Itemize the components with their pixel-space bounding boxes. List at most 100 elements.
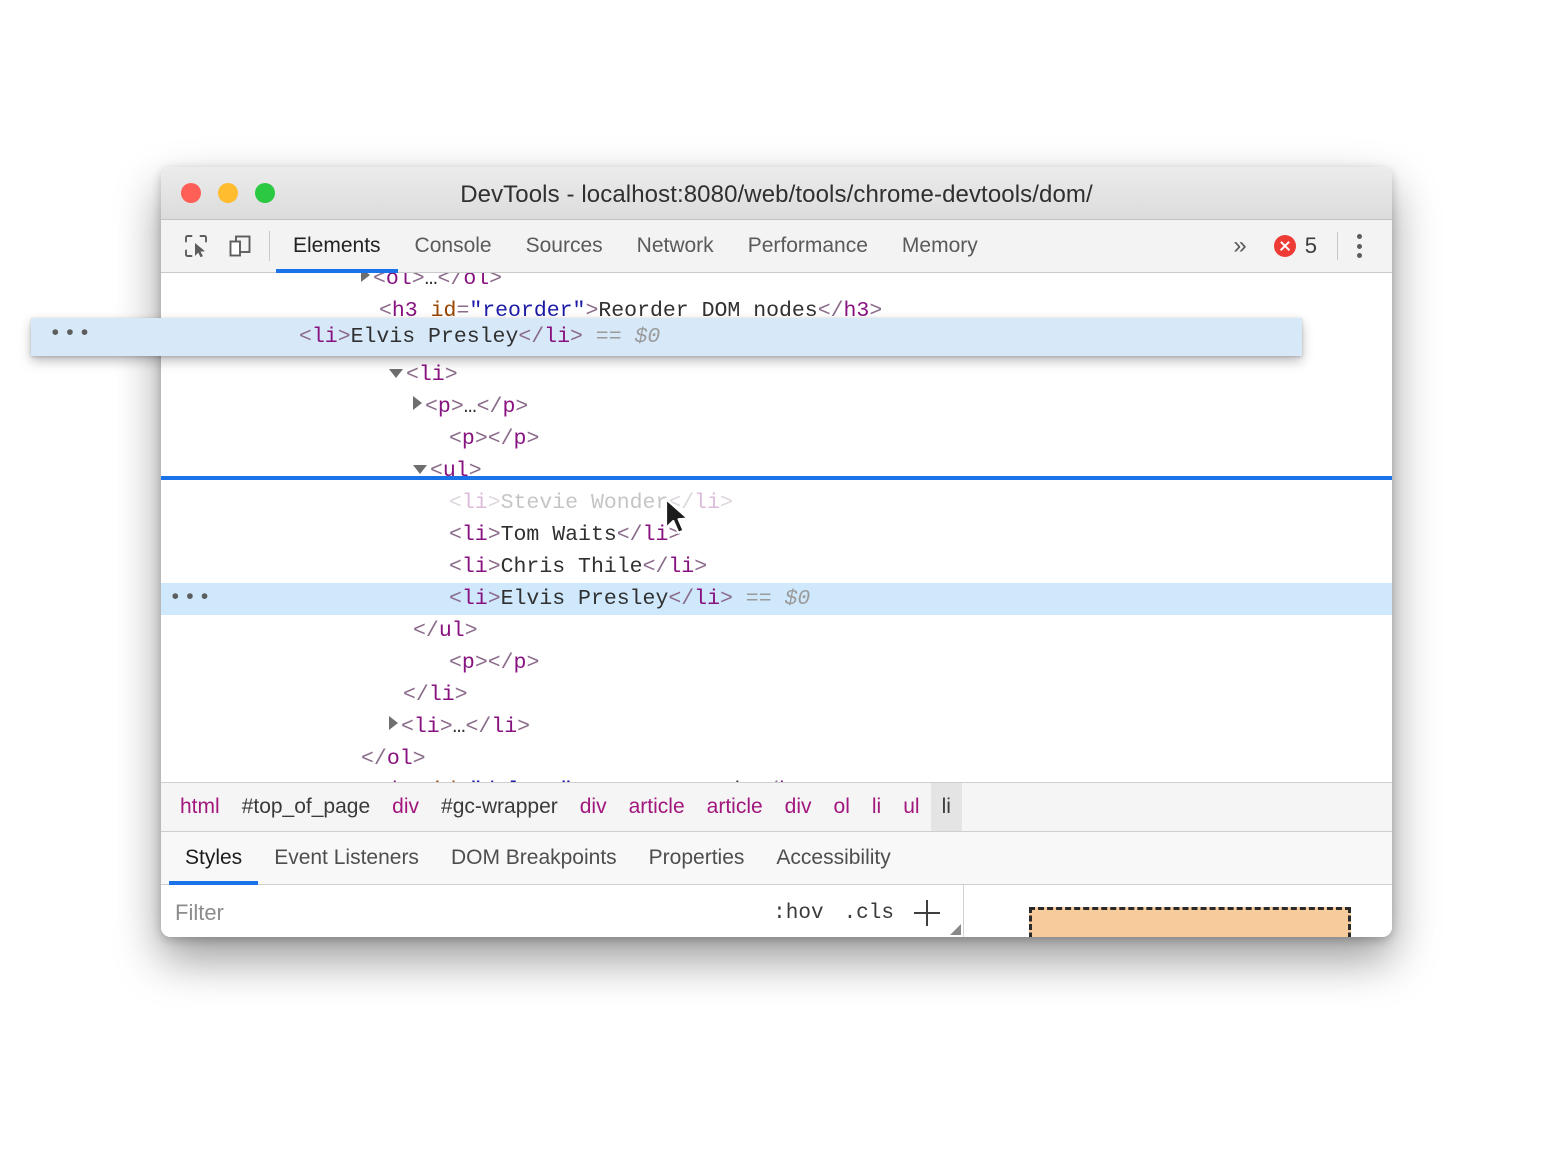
code-token: Chris Thile <box>501 555 643 579</box>
dom-tree-row[interactable]: <h3 id="delete">Remove a node</h3> <box>161 775 1392 782</box>
tab-styles[interactable]: Styles <box>169 832 258 884</box>
chevron-down-icon[interactable] <box>361 337 375 346</box>
code-token: li <box>462 523 488 547</box>
resize-grip-icon[interactable] <box>950 924 961 935</box>
code-token: > <box>526 427 539 451</box>
code-token: </ <box>643 555 669 579</box>
breadcrumb-item-gc-wrapper[interactable]: #gc-wrapper <box>430 783 569 831</box>
dom-tree-row[interactable]: </ol> <box>161 743 1392 775</box>
chevron-right-icon[interactable] <box>389 716 398 730</box>
code-token: Elvis Presley <box>501 587 669 611</box>
code-token: li <box>462 587 488 611</box>
tab-console-label: Console <box>415 234 492 258</box>
panel-tabs: Elements Console Sources Network Perform… <box>276 220 995 272</box>
breadcrumb-item-article[interactable]: article <box>696 783 774 831</box>
breadcrumb-item-ol[interactable]: ol <box>823 783 861 831</box>
tab-dom-breakpoints[interactable]: DOM Breakpoints <box>435 832 633 884</box>
dom-tree-panel[interactable]: <ol>…</ol><h3 id="reorder">Reorder DOM n… <box>161 273 1392 782</box>
chevron-right-icon[interactable] <box>361 273 370 282</box>
sidebar-tabs: StylesEvent ListenersDOM BreakpointsProp… <box>161 832 1392 885</box>
breadcrumb-item-div[interactable]: div <box>381 783 430 831</box>
code-token: p <box>514 651 527 675</box>
breadcrumb-item-li[interactable]: li <box>931 783 962 831</box>
dom-node-markup: <li>…</li> <box>389 711 530 743</box>
devtools-toolbar: Elements Console Sources Network Perform… <box>161 220 1392 273</box>
code-token: id <box>431 779 457 782</box>
dom-tree-row[interactable]: <li>…</li> <box>161 711 1392 743</box>
dom-tree-row[interactable]: •••<li>Elvis Presley</li> == $0 <box>161 583 1392 615</box>
code-token: li <box>414 715 440 739</box>
dom-tree-row[interactable]: <ol> <box>161 327 1392 359</box>
more-tabs-icon[interactable]: » <box>1213 232 1263 260</box>
dom-tree-row[interactable]: <li>Tom Waits</li> <box>161 519 1392 551</box>
code-token: Tom Waits <box>501 523 617 547</box>
code-token: </ <box>477 395 503 419</box>
breadcrumb-item-article[interactable]: article <box>618 783 696 831</box>
code-token: … <box>464 395 477 419</box>
dom-node-markup: </li> <box>403 679 468 711</box>
chevron-right-icon[interactable] <box>413 396 422 410</box>
breadcrumb-item-div[interactable]: div <box>569 783 618 831</box>
tab-elements-label: Elements <box>293 234 381 258</box>
code-token: </ <box>818 299 844 323</box>
error-icon <box>1274 235 1296 257</box>
code-token: </ <box>361 747 387 771</box>
chevron-down-icon[interactable] <box>389 369 403 378</box>
tab-network[interactable]: Network <box>620 220 731 272</box>
dom-tree-row[interactable]: <li> <box>161 359 1392 391</box>
dom-tree-row[interactable]: </li> <box>161 679 1392 711</box>
error-count: 5 <box>1305 233 1317 259</box>
breadcrumb-item-ul[interactable]: ul <box>892 783 930 831</box>
code-token: li <box>694 587 720 611</box>
code-token: Remove a node <box>585 779 753 782</box>
code-token: li <box>668 555 694 579</box>
breadcrumb-item-html[interactable]: html <box>169 783 231 831</box>
tab-memory[interactable]: Memory <box>885 220 995 272</box>
breadcrumb-item-topofpage[interactable]: #top_of_page <box>231 783 381 831</box>
dom-tree-row[interactable]: <h3 id="reorder">Reorder DOM nodes</h3> <box>161 295 1392 327</box>
code-token: </ <box>753 779 779 782</box>
code-token: < <box>406 363 419 387</box>
code-token: h3 <box>392 299 418 323</box>
tab-performance[interactable]: Performance <box>731 220 885 272</box>
styles-filter-input[interactable] <box>161 892 763 934</box>
main-menu-icon[interactable] <box>1342 234 1376 258</box>
device-toolbar-icon[interactable] <box>225 231 255 261</box>
code-token: > <box>465 619 478 643</box>
tab-elements[interactable]: Elements <box>276 220 398 272</box>
code-token: </ <box>438 273 464 291</box>
box-model-diagram <box>1029 907 1351 937</box>
chevron-down-icon[interactable] <box>413 465 427 474</box>
code-token: > <box>517 715 530 739</box>
toolbar-right-group: » 5 <box>1213 220 1392 272</box>
breadcrumb-item-li[interactable]: li <box>861 783 892 831</box>
error-badge[interactable]: 5 <box>1264 233 1333 259</box>
dom-tree-row[interactable]: <ol>…</ol> <box>161 273 1392 295</box>
dom-tree-row[interactable]: <p></p> <box>161 423 1392 455</box>
code-token: > <box>805 779 818 782</box>
window-titlebar: DevTools - localhost:8080/web/tools/chro… <box>161 167 1392 220</box>
code-token: < <box>449 523 462 547</box>
inspect-element-icon[interactable] <box>181 231 211 261</box>
dom-tree-row[interactable]: <p>…</p> <box>161 391 1392 423</box>
dom-tree-row[interactable]: <li>Chris Thile</li> <box>161 551 1392 583</box>
toggle-hover-state-button[interactable]: :hov <box>763 902 833 925</box>
tab-console[interactable]: Console <box>398 220 509 272</box>
styles-filter-bar: :hov .cls <box>161 885 964 937</box>
dom-tree-row[interactable]: </ul> <box>161 615 1392 647</box>
new-style-rule-button[interactable] <box>904 892 950 934</box>
tab-accessibility[interactable]: Accessibility <box>760 832 906 884</box>
tab-event-listeners[interactable]: Event Listeners <box>258 832 435 884</box>
tab-sources[interactable]: Sources <box>509 220 620 272</box>
dom-tree-row[interactable]: <li>Stevie Wonder</li> <box>161 487 1392 519</box>
code-token: > <box>585 299 598 323</box>
tab-properties[interactable]: Properties <box>633 832 761 884</box>
tab-performance-label: Performance <box>748 234 868 258</box>
code-token: li <box>419 363 445 387</box>
breadcrumb-item-div[interactable]: div <box>774 783 823 831</box>
toggle-class-editor-button[interactable]: .cls <box>834 902 904 925</box>
code-token: < <box>449 491 462 515</box>
row-ellipsis-handle[interactable]: ••• <box>169 583 213 615</box>
dom-tree-row[interactable]: <p></p> <box>161 647 1392 679</box>
dom-tree-row[interactable]: <ul> <box>161 455 1392 487</box>
